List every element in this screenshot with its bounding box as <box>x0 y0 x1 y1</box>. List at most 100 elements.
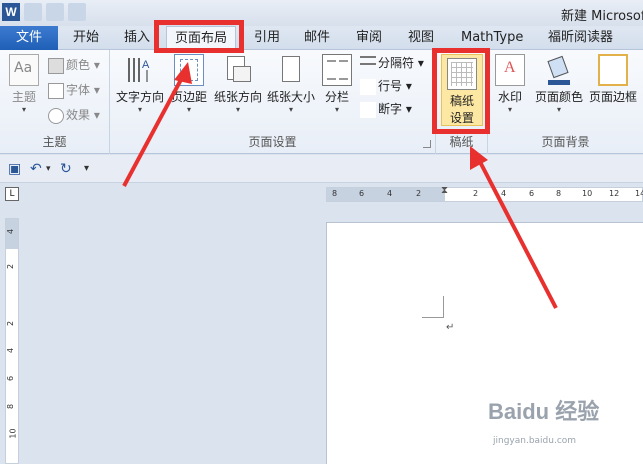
theme-fonts-label: 字体 <box>66 83 91 97</box>
word-app-icon[interactable]: W <box>2 3 20 21</box>
ruler-tick: 6 <box>6 375 16 382</box>
page-setup-group-label: 页面设置 <box>248 135 297 149</box>
vertical-ruler[interactable]: 4 2 2 4 6 8 10 <box>5 218 19 464</box>
paint-bucket-icon <box>544 54 574 86</box>
save-icon[interactable] <box>24 3 42 21</box>
tab-foxit-reader[interactable]: 福昕阅读器 <box>548 26 613 50</box>
undo-icon[interactable]: ↶ <box>30 161 42 177</box>
ruler-tick: 4 <box>6 228 16 235</box>
page-borders-label: 页面边框 <box>588 90 637 104</box>
theme-effects-label: 效果 <box>66 108 91 122</box>
tab-file[interactable]: 文件 <box>0 26 58 50</box>
window-title: 新建 Microsoft <box>561 9 643 24</box>
title-bar: W 新建 Microsoft <box>0 0 643 26</box>
undo-icon[interactable] <box>46 3 64 21</box>
save-icon[interactable]: ▣ <box>8 161 21 177</box>
ruler-tick: 6 <box>359 189 365 198</box>
tab-home[interactable]: 开始 <box>73 26 99 50</box>
ruler-tick: 10 <box>8 428 18 439</box>
breaks-button[interactable]: 分隔符 ▾ <box>360 52 424 74</box>
themes-label: 主题 <box>11 90 36 104</box>
theme-colors-button[interactable]: 颜色 ▾ <box>48 54 100 76</box>
ribbon: Aa 主题 ▾ 颜色 ▾ 字体 ▾ 效果 ▾ 主题 A 文字方向 ▾ 页边距 ▾… <box>0 50 643 154</box>
page-setup-dialog-launcher[interactable] <box>423 140 431 148</box>
redo-icon[interactable]: ↻ <box>60 161 72 177</box>
size-label: 纸张大小 <box>266 90 315 104</box>
ruler-tick: 10 <box>582 189 593 198</box>
page-border-icon <box>598 54 628 86</box>
tab-insert[interactable]: 插入 <box>124 26 150 50</box>
line-numbers-icon <box>360 78 376 95</box>
page-background-group: A 水印 ▾ 页面颜色 ▾ 页面边框 页面背景 <box>488 50 643 154</box>
chevron-down-icon[interactable]: ▾ <box>46 164 51 174</box>
tab-review[interactable]: 审阅 <box>356 26 382 50</box>
chevron-down-icon: ▾ <box>186 105 191 114</box>
title-quick-access <box>24 3 86 21</box>
indent-marker-icon[interactable]: ⧗ <box>441 185 448 196</box>
page-background-group-label: 页面背景 <box>541 135 590 149</box>
ruler-tick: 12 <box>609 189 620 198</box>
quick-access-toolbar: ▣ ↶ ▾ ↻ ▾ <box>0 155 643 183</box>
page-borders-button[interactable]: 页面边框 <box>586 54 640 105</box>
effects-icon <box>48 107 64 124</box>
ruler-tick: 14 <box>635 189 643 198</box>
page-setup-group: A 文字方向 ▾ 页边距 ▾ 纸张方向 ▾ 纸张大小 ▾ 分栏 ▾ 分隔符 ▾ … <box>110 50 436 154</box>
margins-icon <box>174 54 204 86</box>
chevron-down-icon: ▾ <box>235 105 240 114</box>
orientation-icon <box>223 54 253 86</box>
chevron-down-icon: ▾ <box>507 105 512 114</box>
svg-text:A: A <box>142 59 150 71</box>
baidu-watermark-url: jingyan.baidu.com <box>493 436 577 446</box>
size-button[interactable]: 纸张大小 ▾ <box>266 54 316 115</box>
tab-view[interactable]: 视图 <box>408 26 434 50</box>
chevron-down-icon: ▾ <box>288 105 293 114</box>
columns-label: 分栏 <box>324 90 349 104</box>
themes-icon: Aa <box>9 54 39 86</box>
orientation-button[interactable]: 纸张方向 ▾ <box>212 54 264 115</box>
ruler-tick: 8 <box>6 403 16 410</box>
colors-icon <box>48 57 64 74</box>
theme-fonts-button[interactable]: 字体 ▾ <box>48 79 100 101</box>
ruler-tick: 4 <box>501 189 507 198</box>
tab-mathtype[interactable]: MathType <box>461 26 523 50</box>
customize-toolbar-icon[interactable]: ▾ <box>84 163 89 174</box>
hyphenation-label: 断字 <box>378 102 403 116</box>
line-numbers-button[interactable]: 行号 ▾ <box>360 75 412 97</box>
ruler-tick: 4 <box>387 189 393 198</box>
ribbon-tabs: 文件 开始 插入 页面布局 引用 邮件 审阅 视图 MathType 福昕阅读器 <box>0 26 643 51</box>
breaks-label: 分隔符 <box>378 56 415 70</box>
text-direction-button[interactable]: A 文字方向 ▾ <box>114 54 166 115</box>
document-page[interactable] <box>326 222 643 464</box>
tab-mailings[interactable]: 邮件 <box>304 26 330 50</box>
horizontal-ruler[interactable]: 8 6 4 2 2 4 6 8 10 12 14 ⧗ <box>326 185 643 202</box>
ruler-tick: 2 <box>6 263 16 270</box>
line-numbers-label: 行号 <box>378 79 403 93</box>
margin-corner-mark <box>422 296 444 318</box>
manuscript-group-label: 稿纸 <box>449 135 474 149</box>
watermark-button[interactable]: A 水印 ▾ <box>492 54 528 115</box>
baidu-watermark: Baidu 经验 <box>488 399 600 424</box>
page-color-button[interactable]: 页面颜色 ▾ <box>532 54 586 115</box>
chevron-down-icon: ▾ <box>21 105 26 114</box>
paper-size-icon <box>276 54 306 86</box>
text-direction-icon: A <box>125 54 155 86</box>
page-layout-tab-highlight <box>154 20 244 53</box>
margins-button[interactable]: 页边距 ▾ <box>168 54 210 115</box>
tab-stop-selector[interactable]: L <box>5 187 19 201</box>
breaks-icon <box>360 55 376 72</box>
ruler-tick: 2 <box>6 320 16 327</box>
paragraph-mark: ↵ <box>446 322 455 333</box>
chevron-down-icon: ▾ <box>334 105 339 114</box>
themes-button[interactable]: Aa 主题 ▾ <box>6 54 42 115</box>
theme-group-label: 主题 <box>42 135 67 149</box>
orientation-label: 纸张方向 <box>213 90 262 104</box>
theme-effects-button[interactable]: 效果 ▾ <box>48 104 100 126</box>
ruler-tick: 2 <box>416 189 422 198</box>
margins-label: 页边距 <box>170 90 207 104</box>
columns-button[interactable]: 分栏 ▾ <box>320 54 354 115</box>
hyphenation-button[interactable]: 断字 ▾ <box>360 98 412 120</box>
tab-references[interactable]: 引用 <box>254 26 280 50</box>
ruler-tick: 6 <box>529 189 535 198</box>
theme-colors-label: 颜色 <box>66 58 91 72</box>
redo-icon[interactable] <box>68 3 86 21</box>
